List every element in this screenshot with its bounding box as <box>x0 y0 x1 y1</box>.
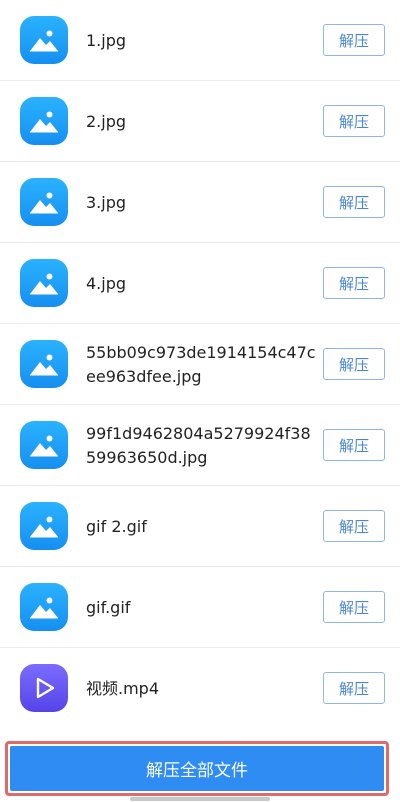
image-file-icon <box>20 97 68 145</box>
file-row[interactable]: 1.jpg 解压 <box>0 0 400 81</box>
file-name: 2.jpg <box>86 111 127 131</box>
file-name: 视频.mp4 <box>86 678 160 698</box>
file-name: gif.gif <box>86 597 131 617</box>
file-name: 4.jpg <box>86 273 127 293</box>
file-row[interactable]: 99f1d9462804a5279924f3859963650d.jpg 解压 <box>0 405 400 486</box>
extract-button[interactable]: 解压 <box>323 105 385 137</box>
extract-button[interactable]: 解压 <box>323 348 385 380</box>
image-file-icon <box>20 16 68 64</box>
image-file-icon <box>20 421 68 469</box>
image-file-icon <box>20 583 68 631</box>
image-file-icon <box>20 178 68 226</box>
home-indicator <box>130 797 270 801</box>
extract-button[interactable]: 解压 <box>323 429 385 461</box>
file-row[interactable]: gif.gif 解压 <box>0 567 400 648</box>
extract-button[interactable]: 解压 <box>323 591 385 623</box>
image-file-icon <box>20 259 68 307</box>
file-name: 3.jpg <box>86 192 127 212</box>
video-file-icon <box>20 664 68 712</box>
extract-all-button[interactable]: 解压全部文件 <box>10 746 384 791</box>
file-name: 55bb09c973de1914154c47cee963dfee.jpg <box>86 342 316 386</box>
file-name: 1.jpg <box>86 30 127 50</box>
file-row[interactable]: 4.jpg 解压 <box>0 243 400 324</box>
file-row[interactable]: gif 2.gif 解压 <box>0 486 400 567</box>
extract-button[interactable]: 解压 <box>323 672 385 704</box>
file-row[interactable]: 2.jpg 解压 <box>0 81 400 162</box>
extract-button[interactable]: 解压 <box>323 267 385 299</box>
file-row[interactable]: 55bb09c973de1914154c47cee963dfee.jpg 解压 <box>0 324 400 405</box>
file-row[interactable]: 3.jpg 解压 <box>0 162 400 243</box>
image-file-icon <box>20 340 68 388</box>
file-name: gif 2.gif <box>86 516 147 536</box>
extract-button[interactable]: 解压 <box>323 510 385 542</box>
image-file-icon <box>20 502 68 550</box>
file-name: 99f1d9462804a5279924f3859963650d.jpg <box>86 423 311 467</box>
file-row[interactable]: 视频.mp4 解压 <box>0 648 400 729</box>
extract-all-highlight: 解压全部文件 <box>5 741 389 796</box>
extract-button[interactable]: 解压 <box>323 24 385 56</box>
extract-button[interactable]: 解压 <box>323 186 385 218</box>
file-list: 1.jpg 解压 2.jpg 解压 3.jpg 解压 4.jpg 解压 55bb09c973de… <box>0 0 400 729</box>
